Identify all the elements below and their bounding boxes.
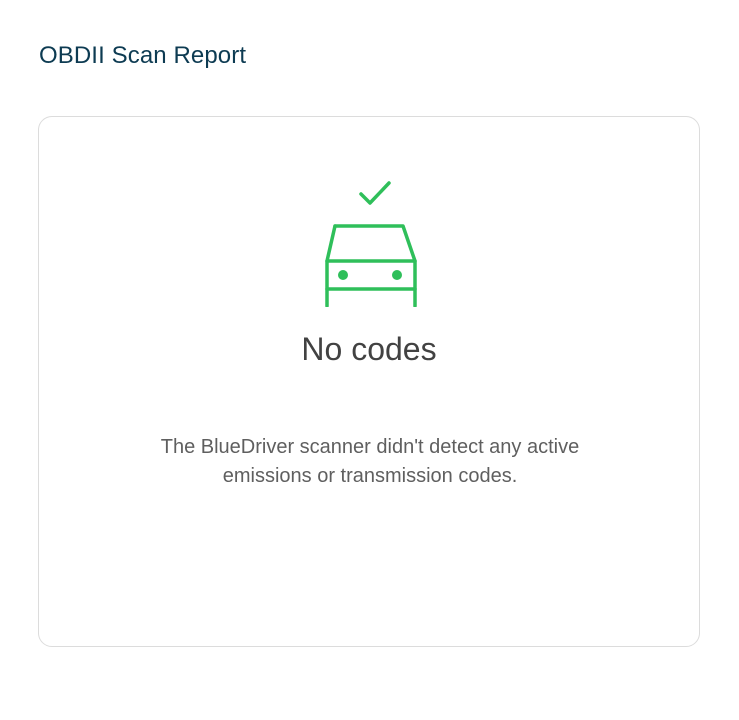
- page-title: OBDII Scan Report: [39, 42, 247, 69]
- status-message: The BlueDriver scanner didn't detect any…: [160, 436, 580, 487]
- status-heading: No codes: [301, 331, 437, 367]
- scan-result-card: No codes The BlueDriver scanner didn't d…: [38, 116, 700, 647]
- car-check-icon: [323, 177, 419, 307]
